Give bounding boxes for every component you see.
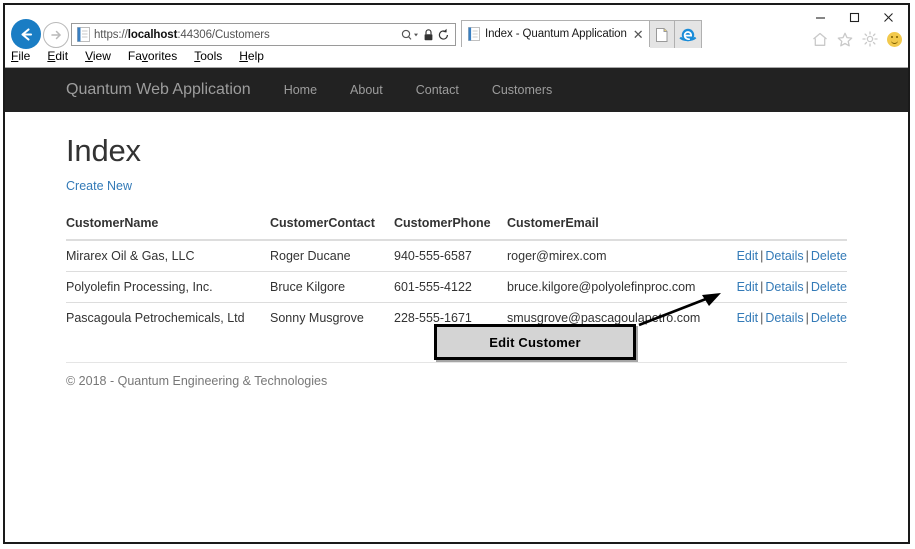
forward-button[interactable] xyxy=(43,22,69,48)
table-header-row: CustomerName CustomerContact CustomerPho… xyxy=(66,216,847,241)
nav-item-customers[interactable]: Customers xyxy=(492,83,552,97)
edit-link[interactable]: Edit xyxy=(737,311,759,325)
column-header-customercontact: CustomerContact xyxy=(270,216,394,241)
address-bar-icons xyxy=(401,28,452,42)
customers-table: CustomerName CustomerContact CustomerPho… xyxy=(66,216,847,333)
forward-arrow-icon xyxy=(51,30,61,40)
cell-customername: Polyolefin Processing, Inc. xyxy=(66,271,270,303)
table-head: CustomerName CustomerContact CustomerPho… xyxy=(66,216,847,241)
edit-link[interactable]: Edit xyxy=(737,249,759,263)
edit-link[interactable]: Edit xyxy=(737,280,759,294)
details-link[interactable]: Details xyxy=(765,311,803,325)
nav-item-home[interactable]: Home xyxy=(284,83,317,97)
site-navbar: Quantum Web Application Home About Conta… xyxy=(5,68,908,112)
url-text: https://localhost:44306/Customers xyxy=(94,28,270,41)
nav-item-about[interactable]: About xyxy=(350,83,383,97)
details-link[interactable]: Details xyxy=(765,280,803,294)
address-bar[interactable]: https://localhost:44306/Customers xyxy=(71,23,456,46)
cell-customername: Pascagoula Petrochemicals, Ltd xyxy=(66,302,270,333)
column-header-customeremail: CustomerEmail xyxy=(507,216,725,241)
action-separator: | xyxy=(805,280,809,294)
home-icon[interactable] xyxy=(812,32,828,47)
menu-view[interactable]: View xyxy=(85,49,111,63)
page-title: Index xyxy=(66,133,141,168)
new-tab-button[interactable] xyxy=(649,20,675,48)
menu-help[interactable]: Help xyxy=(239,49,264,63)
back-button[interactable] xyxy=(11,19,41,49)
cell-customerphone: 228-555-1671 xyxy=(394,302,507,333)
browser-menubar: File Edit View Favorites Tools Help xyxy=(11,49,264,63)
table-row: Polyolefin Processing, Inc. Bruce Kilgor… xyxy=(66,271,847,303)
table-row: Pascagoula Petrochemicals, Ltd Sonny Mus… xyxy=(66,302,847,333)
menu-edit[interactable]: Edit xyxy=(47,49,68,63)
site-nav-links: Home About Contact Customers xyxy=(284,83,553,97)
tab-title: Index - Quantum Application xyxy=(485,28,627,40)
browser-toolbar-icons xyxy=(812,31,902,47)
cell-customercontact: Sonny Musgrove xyxy=(270,302,394,333)
browser-tab-index[interactable]: Index - Quantum Application ✕ xyxy=(461,20,650,47)
favorites-star-icon[interactable] xyxy=(837,32,853,47)
internet-explorer-logo-button[interactable] xyxy=(674,20,702,48)
browser-window: https://localhost:44306/Customers Index … xyxy=(3,3,910,544)
menu-favorites[interactable]: Favorites xyxy=(128,49,177,63)
nav-item-contact[interactable]: Contact xyxy=(416,83,459,97)
column-header-actions xyxy=(725,216,847,241)
action-separator: | xyxy=(805,249,809,263)
cell-actions: Edit | Details | Delete xyxy=(725,302,847,333)
delete-link[interactable]: Delete xyxy=(811,280,847,294)
internet-explorer-logo-icon xyxy=(679,28,697,41)
cell-actions: Edit | Details | Delete xyxy=(725,271,847,303)
menu-file[interactable]: File xyxy=(11,49,30,63)
cell-customername: Mirarex Oil & Gas, LLC xyxy=(66,249,195,263)
cell-customercontact: Bruce Kilgore xyxy=(270,271,394,303)
create-new-link[interactable]: Create New xyxy=(66,179,132,193)
action-separator: | xyxy=(805,311,809,325)
lock-icon[interactable] xyxy=(423,28,434,42)
details-link[interactable]: Details xyxy=(765,249,803,263)
delete-link[interactable]: Delete xyxy=(811,311,847,325)
page-container: Index Create New CustomerName CustomerCo… xyxy=(5,133,908,388)
cell-customercontact: Roger Ducane xyxy=(270,249,351,263)
page-footer: © 2018 - Quantum Engineering & Technolog… xyxy=(66,362,847,388)
delete-link[interactable]: Delete xyxy=(811,249,847,263)
smiley-feedback-icon[interactable] xyxy=(887,31,902,47)
tab-strip: Index - Quantum Application ✕ xyxy=(461,20,702,48)
settings-gear-icon[interactable] xyxy=(862,31,878,47)
cell-customeremail: bruce.kilgore@polyolefinproc.com xyxy=(507,271,725,303)
new-tab-icon xyxy=(655,27,668,42)
page-document-icon xyxy=(77,27,90,42)
search-dropdown-icon[interactable] xyxy=(401,28,420,42)
cell-customeremail: roger@mirex.com xyxy=(507,249,607,263)
refresh-icon[interactable] xyxy=(437,28,450,42)
cell-customerphone: 601-555-4122 xyxy=(394,271,507,303)
site-brand[interactable]: Quantum Web Application xyxy=(66,81,251,99)
table-row: Mirarex Oil & Gas, LLC Roger Ducane 940-… xyxy=(66,240,847,272)
table-body: Mirarex Oil & Gas, LLC Roger Ducane 940-… xyxy=(66,240,847,333)
browser-chrome: https://localhost:44306/Customers Index … xyxy=(5,5,908,68)
tab-favicon-icon xyxy=(468,27,480,41)
back-arrow-icon xyxy=(20,27,32,41)
navigation-row: https://localhost:44306/Customers Index … xyxy=(5,19,908,49)
menu-tools[interactable]: Tools xyxy=(194,49,222,63)
cell-actions: Edit | Details | Delete xyxy=(725,240,847,272)
tab-close-icon[interactable]: ✕ xyxy=(633,28,644,41)
cell-customeremail: smusgrove@pascagoulapetro.com xyxy=(507,302,725,333)
column-header-customerphone: CustomerPhone xyxy=(394,216,507,241)
cell-customerphone: 940-555-6587 xyxy=(394,249,472,263)
page-viewport: Quantum Web Application Home About Conta… xyxy=(5,68,908,542)
column-header-customername: CustomerName xyxy=(66,216,270,241)
